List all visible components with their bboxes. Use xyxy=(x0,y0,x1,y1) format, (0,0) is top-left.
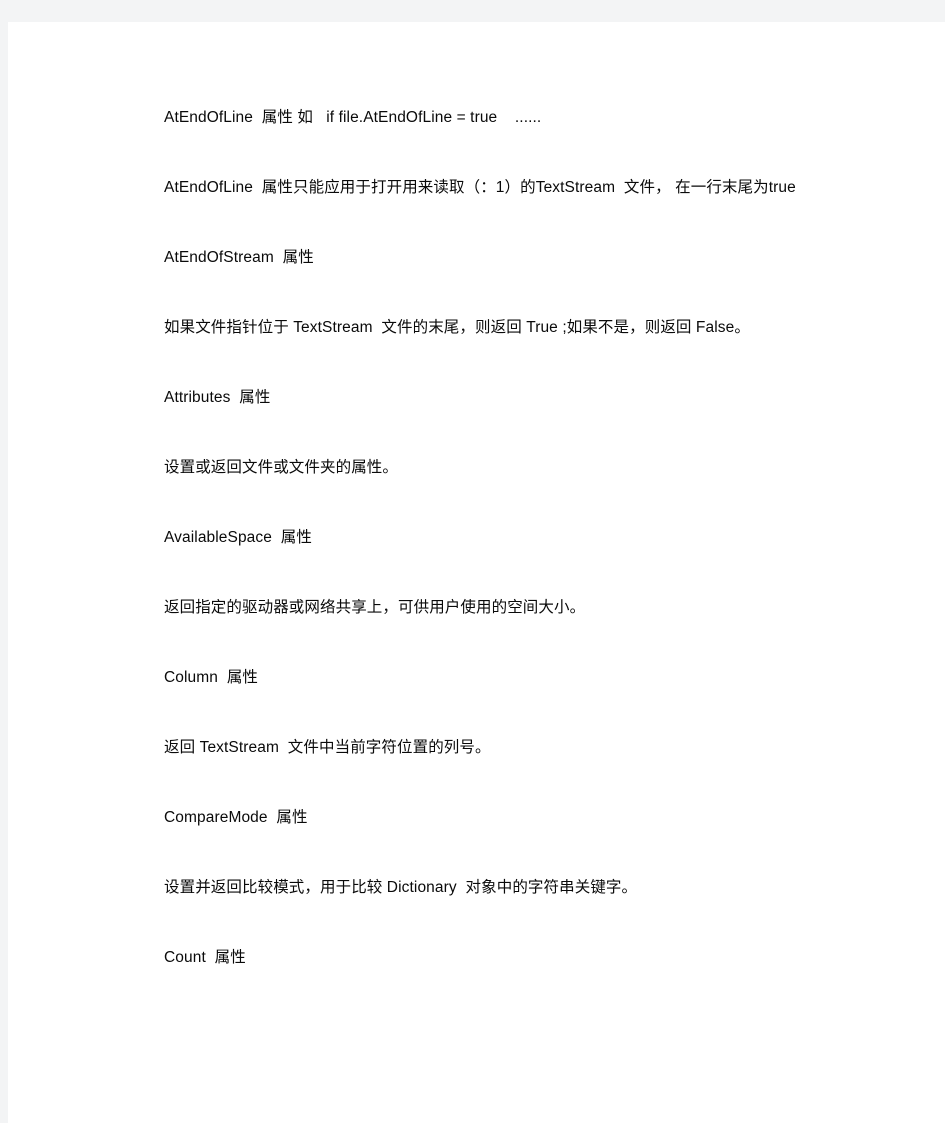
doc-block-count-heading: Count 属性 xyxy=(164,949,246,966)
doc-block-atendofline-description: AtEndOfLine 属性只能应用于打开用来读取（：1）的TextStream… xyxy=(164,179,796,196)
doc-block-atendofstream-heading: AtEndOfStream 属性 xyxy=(164,249,314,266)
doc-block-availablespace-description: 返回指定的驱动器或网络共享上，可供用户使用的空间大小。 xyxy=(164,599,586,616)
doc-block-atendofline-summary: AtEndOfLine 属性 如 if file.AtEndOfLine = t… xyxy=(164,109,542,126)
document-text-column: AtEndOfLine 属性 如 if file.AtEndOfLine = t… xyxy=(128,100,840,975)
doc-block-comparemode-description: 设置并返回比较模式，用于比较 Dictionary 对象中的字符串关键字。 xyxy=(164,879,638,896)
doc-block-atendofstream-description: 如果文件指针位于 TextStream 文件的末尾，则返回 True ;如果不是… xyxy=(164,319,750,336)
doc-block-comparemode-heading: CompareMode 属性 xyxy=(164,809,308,826)
doc-block-column-description: 返回 TextStream 文件中当前字符位置的列号。 xyxy=(164,739,491,756)
document-sheet: AtEndOfLine 属性 如 if file.AtEndOfLine = t… xyxy=(8,22,945,1123)
page-background: AtEndOfLine 属性 如 if file.AtEndOfLine = t… xyxy=(0,0,945,1123)
doc-block-availablespace-heading: AvailableSpace 属性 xyxy=(164,529,312,546)
doc-block-column-heading: Column 属性 xyxy=(164,669,259,686)
doc-block-attributes-heading: Attributes 属性 xyxy=(164,389,271,406)
doc-block-attributes-description: 设置或返回文件或文件夹的属性。 xyxy=(164,459,399,476)
